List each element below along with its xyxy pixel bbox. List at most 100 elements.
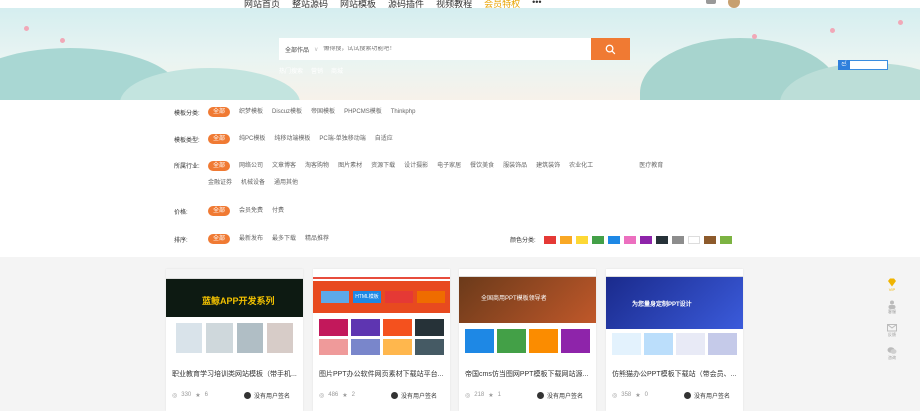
sidebar-consult[interactable]: 咨询 — [887, 346, 897, 361]
filter-option[interactable]: 金融证券 — [208, 178, 232, 188]
template-author[interactable]: 没有用户签名 — [244, 391, 290, 400]
color-swatch[interactable] — [639, 235, 652, 244]
filter-option[interactable]: PHPCMS模板 — [344, 107, 382, 117]
template-thumbnail[interactable]: 全国商用PPT模板领导者 — [459, 269, 596, 360]
template-thumbnail[interactable]: 蓝鲸APP开发系列 — [166, 269, 303, 360]
template-author[interactable]: 没有用户签名 — [537, 391, 583, 400]
filter-option[interactable]: 服装饰品 — [503, 161, 527, 171]
filter-option[interactable]: 餐饮美食 — [470, 161, 494, 171]
filter-option[interactable]: 医疗教育 — [639, 161, 663, 171]
filter-option[interactable]: 文章博客 — [272, 161, 296, 171]
template-card[interactable]: 全国商用PPT模板领导者 帝国cms仿当图网PPT模板下载网站源... ◎ 218… — [459, 269, 596, 411]
template-title[interactable]: 图片PPT办公软件网页素材下载站平台... — [319, 369, 444, 379]
filter-option[interactable]: 农业化工 — [569, 161, 593, 171]
filter-option[interactable]: 付费 — [272, 206, 284, 216]
color-swatch[interactable] — [671, 235, 684, 244]
filter-option[interactable]: 精品推荐 — [305, 234, 329, 244]
template-thumbnail[interactable]: HTML模板 — [313, 269, 450, 360]
filter-option[interactable]: Discuz模板 — [272, 107, 302, 117]
template-stats: ◎ 330 ★ 6 — [172, 392, 208, 399]
template-title[interactable]: 仿熊猫办公PPT模板下载站（带会员、... — [612, 369, 737, 379]
cloud-widget[interactable]: ඦ — [838, 60, 888, 70]
color-swatch[interactable] — [591, 235, 604, 244]
chat-icon — [887, 347, 897, 354]
author-signature: 没有用户签名 — [694, 394, 731, 400]
search-scope-select[interactable]: 全部作品 — [279, 45, 309, 54]
color-swatch[interactable] — [687, 235, 700, 244]
filter-option[interactable]: 全部 — [208, 234, 231, 244]
filter-option[interactable]: Thinkphp — [391, 107, 416, 117]
template-stats: ◎ 358 ★ 0 — [612, 392, 648, 399]
filter-option[interactable]: 机械设备 — [241, 178, 265, 188]
scope-chevron-icon[interactable]: ∨ — [314, 46, 318, 53]
filter-option[interactable]: 全部 — [208, 161, 231, 171]
sidebar-label: 反馈 — [888, 332, 896, 337]
filter-option[interactable]: 自适应 — [375, 134, 393, 144]
color-filter: 颜色分类: — [510, 235, 732, 244]
filter-option[interactable]: 纯移动端模板 — [274, 134, 310, 144]
sidebar-vip[interactable]: VIP — [887, 278, 897, 292]
template-card[interactable]: 为您量身定制PPT设计 仿熊猫办公PPT模板下载站（带会员、... ◎ 358 ★… — [606, 269, 743, 411]
filter-row-category: 模板分类: 全部 织梦模板 Discuz模板 帝国模板 PHPCMS模板 Thi… — [174, 107, 688, 117]
filter-option[interactable]: PC端-单独移动端 — [319, 134, 365, 144]
star-icon: ★ — [635, 393, 641, 399]
filter-option[interactable]: 全部 — [208, 206, 231, 216]
filter-label: 所属行业: — [174, 164, 200, 170]
blossom-decoration — [60, 38, 65, 43]
like-count: 0 — [644, 392, 648, 398]
search-input[interactable] — [323, 46, 544, 52]
filter-option[interactable]: 最多下载 — [272, 234, 296, 244]
message-icon[interactable] — [706, 0, 716, 4]
filter-option[interactable]: 全部 — [208, 107, 231, 117]
filter-option[interactable]: 建筑装饰 — [536, 161, 560, 171]
sidebar-service[interactable]: 客服 — [887, 300, 897, 315]
template-title[interactable]: 职业教育学习培训类网站模板（带手机... — [172, 369, 297, 379]
filter-option[interactable]: 织梦模板 — [239, 107, 263, 117]
color-swatch[interactable] — [655, 235, 668, 244]
filter-option[interactable]: 电子家居 — [437, 161, 461, 171]
color-swatch[interactable] — [623, 235, 636, 244]
like-count: 1 — [497, 392, 501, 398]
sidebar-label: VIP — [888, 287, 896, 292]
header-actions — [706, 0, 740, 8]
color-swatch[interactable] — [703, 235, 716, 244]
filter-option[interactable]: 最新发布 — [239, 234, 263, 244]
filter-option[interactable]: 淘客购物 — [305, 161, 329, 171]
template-card[interactable]: 蓝鲸APP开发系列 职业教育学习培训类网站模板（带手机... ◎ 330 ★ 6 没… — [166, 269, 303, 411]
filter-option[interactable]: 图片素材 — [338, 161, 362, 171]
cloud-icon: ඦ — [838, 60, 850, 70]
template-card[interactable]: HTML模板 图片PPT办公软件网页素材下载站平台... ◎ 486 ★ 2 没有用… — [313, 269, 450, 411]
filter-option[interactable]: 资源下载 — [371, 161, 395, 171]
filter-option[interactable]: 全部 — [208, 134, 231, 144]
color-swatch[interactable] — [543, 235, 556, 244]
template-author[interactable]: 没有用户签名 — [391, 391, 437, 400]
filter-option[interactable]: 设计摄影 — [404, 161, 428, 171]
color-swatch[interactable] — [575, 235, 588, 244]
template-stats: ◎ 218 ★ 1 — [465, 392, 501, 399]
color-swatch[interactable] — [607, 235, 620, 244]
hot-word-link[interactable]: 商城 — [331, 66, 343, 75]
filter-row-sort: 排序: 全部 最新发布 最多下载 精品推荐 — [174, 234, 508, 244]
sidebar-feedback[interactable]: 反馈 — [887, 323, 897, 338]
color-swatch[interactable] — [559, 235, 572, 244]
floating-toolbar: VIP 客服 反馈 咨询 — [880, 278, 904, 361]
filter-option[interactable]: 纯PC模板 — [239, 134, 265, 144]
user-avatar[interactable] — [728, 0, 740, 8]
hot-word-link[interactable]: 营销 — [311, 66, 323, 75]
filter-option[interactable]: 会员免费 — [239, 206, 263, 216]
author-avatar — [684, 392, 691, 399]
template-thumbnail[interactable]: 为您量身定制PPT设计 — [606, 269, 743, 360]
template-author[interactable]: 没有用户签名 — [684, 391, 730, 400]
template-grid: 蓝鲸APP开发系列 职业教育学习培训类网站模板（带手机... ◎ 330 ★ 6 没… — [166, 269, 746, 411]
filter-option[interactable]: 通用其他 — [274, 178, 298, 188]
template-title[interactable]: 帝国cms仿当图网PPT模板下载网站源... — [465, 369, 590, 379]
view-count: 358 — [621, 392, 632, 398]
top-header: 网站首页 整站源码 网站模板 源码插件 视频教程 会员特权 ••• — [0, 0, 920, 9]
search-button[interactable] — [591, 38, 630, 60]
filter-row-industry: 所属行业: 全部 网络公司 文章博客 淘客购物 图片素材 资源下载 设计摄影 电… — [174, 161, 688, 188]
filter-option[interactable]: 网络公司 — [239, 161, 263, 171]
filter-option[interactable]: 帝国模板 — [311, 107, 335, 117]
view-count: 486 — [328, 392, 339, 398]
color-swatch[interactable] — [719, 235, 732, 244]
mail-icon — [887, 324, 897, 332]
